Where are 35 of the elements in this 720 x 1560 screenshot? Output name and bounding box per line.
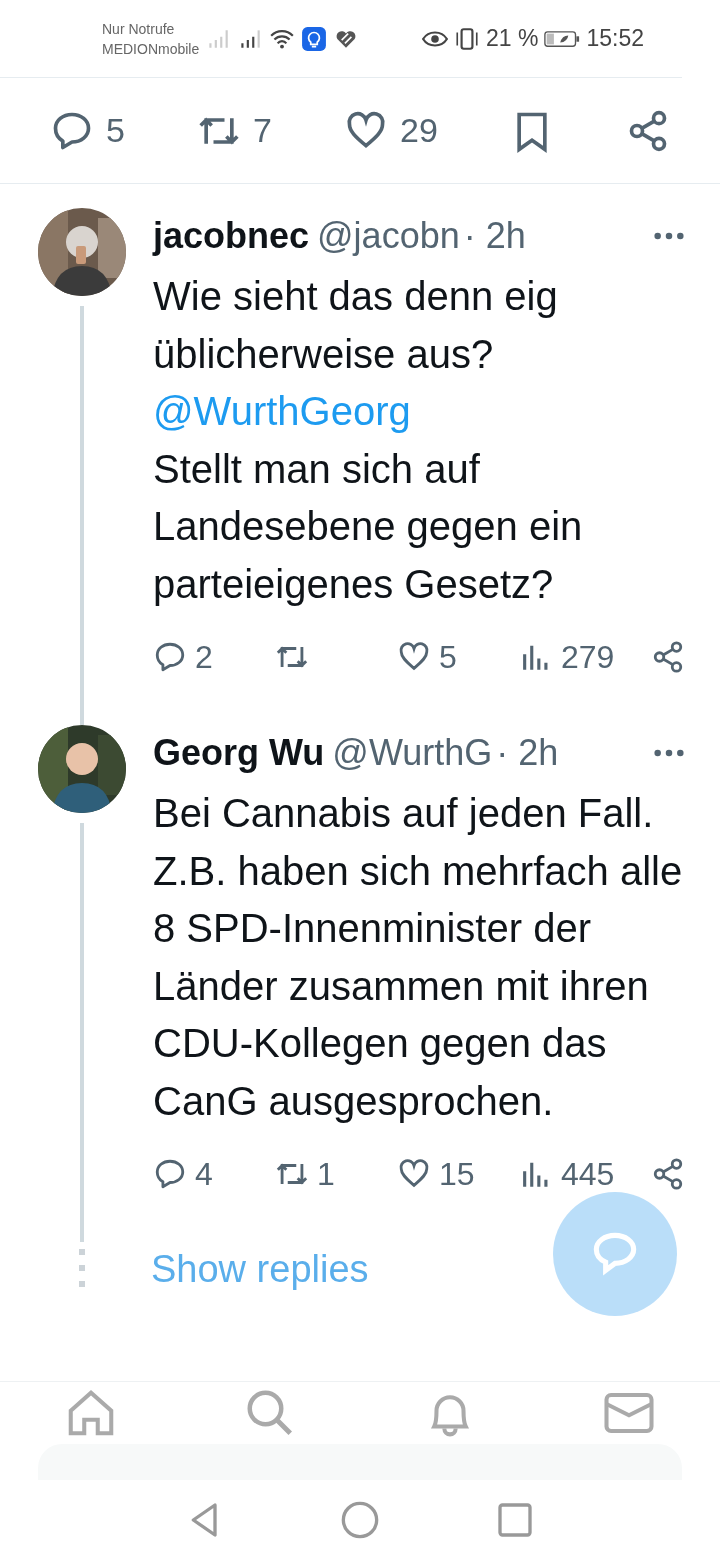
speech-bubble-icon[interactable] [153, 640, 187, 674]
user-handle[interactable]: @WurthG [332, 732, 493, 774]
carrier-name: MEDIONmobile [102, 39, 200, 59]
speech-bubble-icon[interactable] [153, 1157, 187, 1191]
post-text: Stellt man sich auf Landesebene gegen ein parteieigenes Gesetz? [153, 445, 584, 608]
thread-dots-icon [79, 1249, 85, 1289]
home-circle-icon[interactable] [340, 1500, 380, 1540]
carrier-name: Nur Notrufe [102, 19, 176, 39]
more-icon[interactable] [652, 747, 686, 759]
lightbulb-icon [301, 25, 328, 52]
post-text: Wie sieht das denn eig üblicherweise aus? [153, 273, 559, 378]
stat-count: 279 [561, 638, 615, 676]
post-time: · 2h [463, 215, 526, 257]
post-text: Bei Cannabis auf jeden Fall. Z.B. haben sich mehrfach alle 8 SPD-Innenminister der Länder zusammen mit ihren CDU-Kollegen gegen das CanG ausgesprochen. [153, 790, 684, 1125]
battery-percent: 21 % [486, 25, 539, 52]
user-name[interactable]: Georg Wu [153, 732, 325, 774]
stat-count: 445 [561, 1155, 615, 1193]
user-name[interactable]: jacobnec [153, 215, 310, 257]
battery-icon [544, 28, 581, 49]
user-handle[interactable]: @jacobn [317, 215, 460, 257]
action-count: 7 [253, 111, 272, 150]
more-icon[interactable] [652, 230, 686, 242]
stat-count: 1 [317, 1155, 335, 1193]
share-icon[interactable] [651, 640, 685, 674]
recents-icon[interactable] [495, 1500, 535, 1540]
post-time: · 2h [496, 732, 559, 774]
clock-time: 15:52 [586, 25, 644, 52]
stat-count: 5 [439, 638, 457, 676]
action-count: 29 [400, 111, 438, 150]
stat-count: 2 [195, 638, 213, 676]
vibrate-icon [454, 25, 480, 52]
stat-count: 4 [195, 1155, 213, 1193]
share-icon[interactable] [651, 1157, 685, 1191]
stat-count: 15 [439, 1155, 475, 1193]
action-count: 5 [106, 111, 125, 150]
